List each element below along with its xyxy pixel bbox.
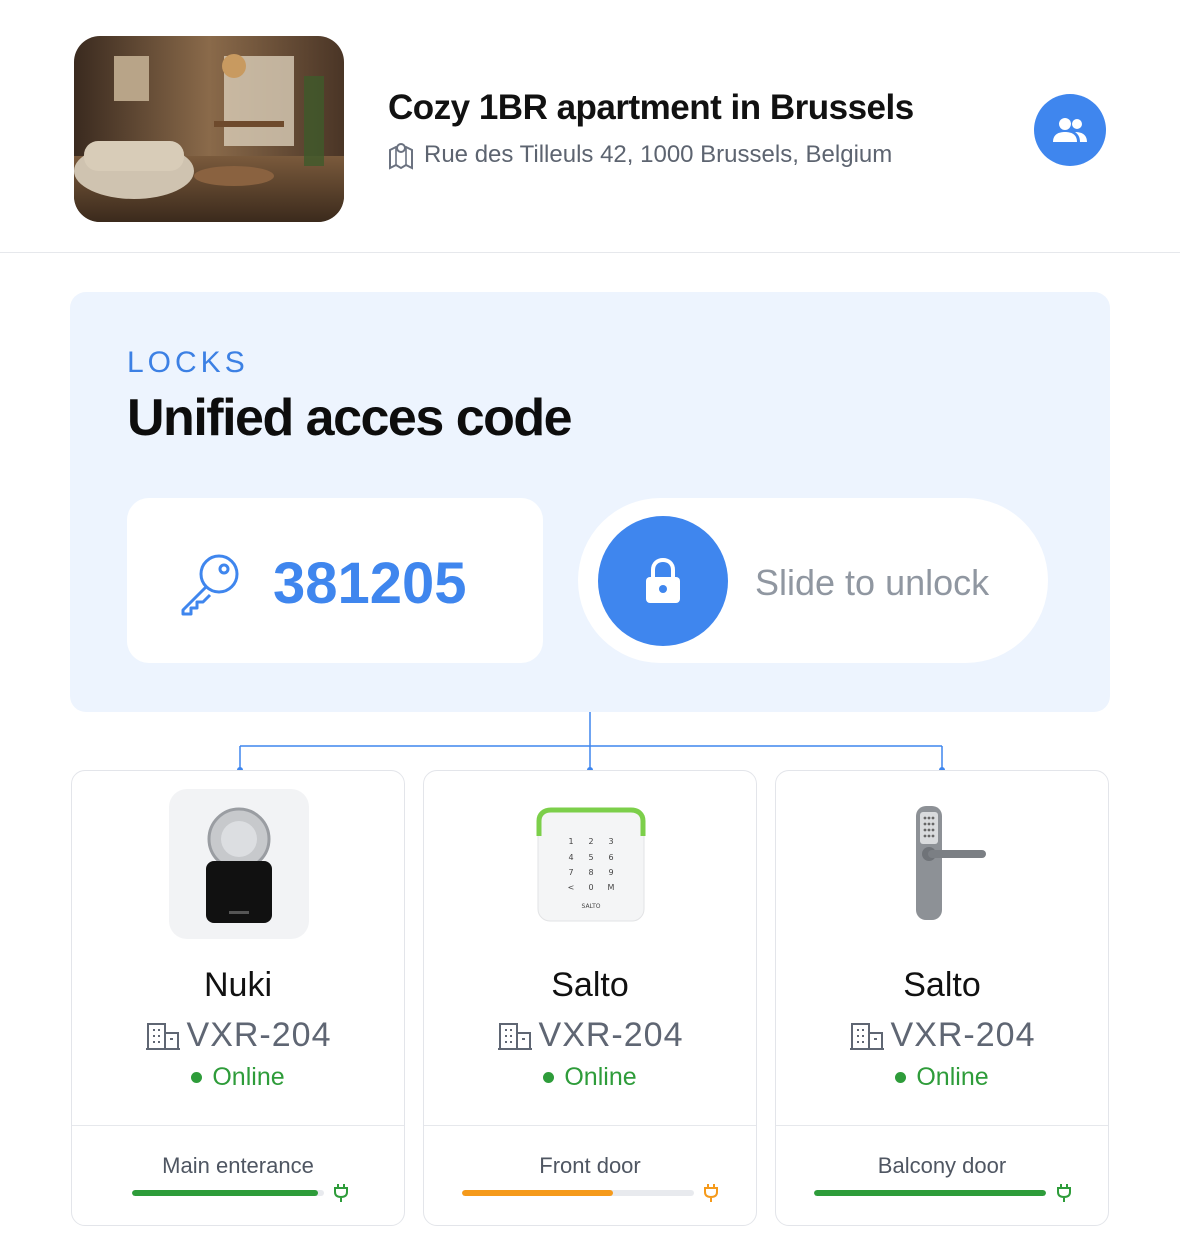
- slider-knob[interactable]: [598, 516, 728, 646]
- svg-text:7: 7: [568, 868, 573, 877]
- device-status: Online: [776, 1063, 1108, 1092]
- svg-text:<: <: [568, 883, 575, 892]
- door-label: Front door: [539, 1153, 641, 1178]
- section-title: Unified acces code: [127, 389, 573, 447]
- svg-text:3: 3: [608, 837, 613, 846]
- map-icon: [389, 143, 413, 170]
- online-dot: [543, 1072, 555, 1083]
- device-status: Online: [72, 1063, 404, 1092]
- battery-bar: [462, 1190, 694, 1196]
- address-text: Rue des Tilleuls 42, 1000 Brussels, Belg…: [424, 141, 893, 168]
- door-label: Main enterance: [162, 1153, 314, 1178]
- plug-icon: [1057, 1184, 1071, 1202]
- locks-panel: LOCKS Unified acces code 381205 Slide to…: [70, 292, 1110, 712]
- access-code-box[interactable]: 381205: [127, 498, 543, 663]
- nuki-lock-image: [169, 789, 309, 939]
- salto-keypad-image: 1 2 3 4 5 6 7 8 9 <0 M SALTO: [521, 789, 661, 939]
- listing-header: Cozy 1BR apartment in Brussels Rue des T…: [0, 0, 1180, 253]
- listing-thumbnail[interactable]: [74, 36, 344, 222]
- plug-icon: [334, 1184, 348, 1202]
- svg-text:M: M: [608, 883, 615, 892]
- plug-icon: [704, 1184, 718, 1202]
- battery-fill: [814, 1190, 1046, 1196]
- lock-icon: [646, 557, 680, 603]
- section-eyebrow: LOCKS: [127, 346, 249, 379]
- building-icon: [849, 1022, 884, 1050]
- battery-bar: [132, 1190, 324, 1196]
- divider: [776, 1125, 1108, 1126]
- svg-text:4: 4: [568, 853, 573, 862]
- svg-text:8: 8: [588, 868, 593, 877]
- key-icon: [181, 554, 239, 616]
- device-card-nuki[interactable]: Nuki VXR-204 Online Main enterance: [71, 770, 405, 1226]
- divider: [424, 1125, 756, 1126]
- slide-label: Slide to unlock: [755, 562, 990, 603]
- device-unit: VXR-204: [776, 1016, 1108, 1055]
- building-icon: [497, 1022, 532, 1050]
- salto-handle-image: [873, 789, 1013, 939]
- battery-bar: [814, 1190, 1046, 1196]
- svg-text:6: 6: [608, 853, 613, 862]
- svg-text:5: 5: [588, 853, 593, 862]
- battery-fill: [462, 1190, 613, 1196]
- people-icon: [1053, 118, 1087, 142]
- device-status: Online: [424, 1063, 756, 1092]
- svg-text:SALTO: SALTO: [582, 903, 601, 910]
- team-button[interactable]: [1034, 94, 1106, 166]
- access-code: 381205: [273, 551, 467, 616]
- unlock-slider[interactable]: Slide to unlock: [578, 498, 1048, 663]
- battery-fill: [132, 1190, 319, 1196]
- device-brand: Nuki: [203, 966, 273, 1004]
- svg-text:9: 9: [608, 868, 613, 877]
- divider: [72, 1125, 404, 1126]
- device-card-salto-balcony[interactable]: Salto VXR-204 Online Balcony door: [775, 770, 1109, 1226]
- device-connector: [237, 712, 945, 773]
- door-label: Balcony door: [877, 1153, 1007, 1178]
- device-brand: Salto: [903, 966, 981, 1004]
- device-brand: Salto: [551, 966, 629, 1004]
- building-icon: [145, 1022, 180, 1050]
- online-dot: [191, 1072, 203, 1083]
- svg-text:1: 1: [568, 837, 573, 846]
- svg-text:2: 2: [588, 837, 593, 846]
- listing-title: Cozy 1BR apartment in Brussels: [388, 88, 914, 127]
- svg-text:0: 0: [588, 883, 593, 892]
- device-card-salto-front[interactable]: 1 2 3 4 5 6 7 8 9 <0 M SALTO Salto VXR-204 Onli…: [423, 770, 757, 1226]
- online-dot: [895, 1072, 907, 1083]
- device-unit: VXR-204: [72, 1016, 404, 1055]
- listing-address: Rue des Tilleuls 42, 1000 Brussels, Belg…: [388, 140, 892, 170]
- device-unit: VXR-204: [424, 1016, 756, 1055]
